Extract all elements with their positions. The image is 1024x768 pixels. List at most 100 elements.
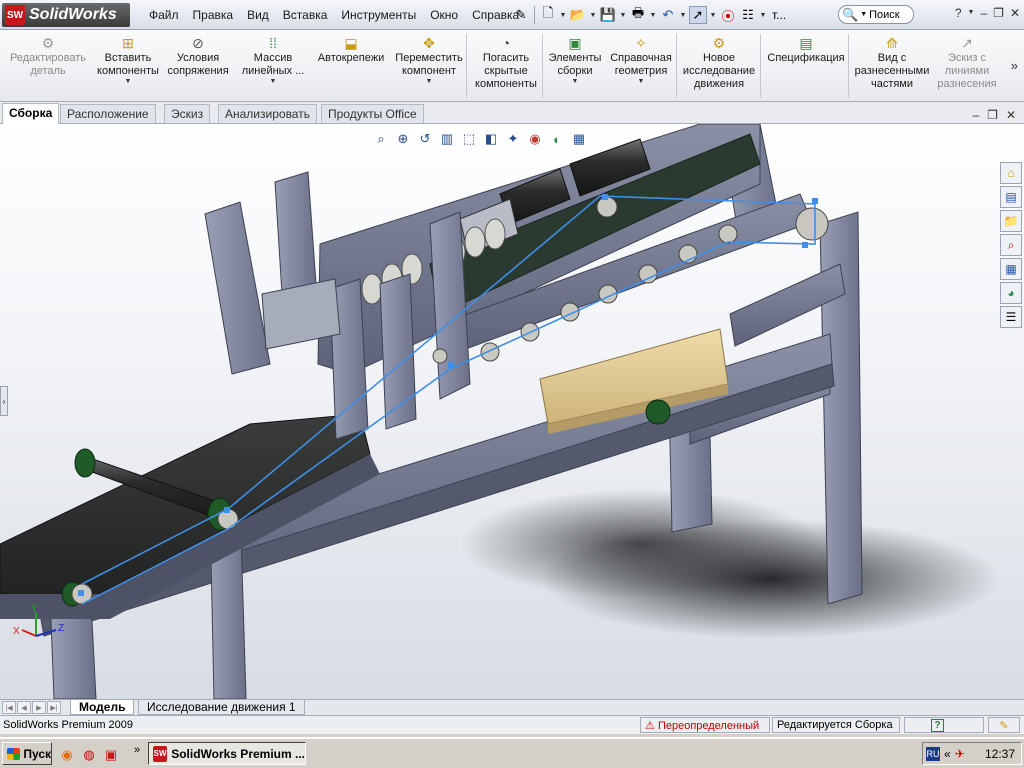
- command-button-1[interactable]: ⊞ Вставить компоненты ▼: [96, 34, 160, 86]
- command-dropdown-arrow[interactable]: ▼: [546, 78, 604, 86]
- menu-item-2[interactable]: Вид: [240, 8, 276, 22]
- apply-scene-icon[interactable]: ◐: [548, 130, 566, 148]
- menu-item-1[interactable]: Правка: [186, 8, 241, 22]
- command-button-6[interactable]: ◔ Погасить скрытые компоненты: [470, 34, 542, 91]
- feature-manager-expander-icon[interactable]: ›: [0, 386, 8, 416]
- select-arrow-icon[interactable]: ➚: [689, 6, 707, 24]
- hide-show-items-icon[interactable]: ✦: [504, 130, 522, 148]
- doc-close-icon[interactable]: ✕: [1006, 108, 1016, 122]
- start-button[interactable]: Пуск: [2, 742, 52, 765]
- command-dropdown-arrow[interactable]: ▼: [392, 78, 466, 86]
- file-explorer-icon[interactable]: 📁: [1000, 210, 1022, 232]
- prev-tab-arrow-icon[interactable]: ◀: [17, 701, 31, 714]
- command-button-2[interactable]: ⊘ Условия сопряжения: [166, 34, 230, 78]
- view-palette-icon[interactable]: ▦: [1000, 258, 1022, 280]
- doc-minimize-icon[interactable]: –: [972, 108, 979, 122]
- tab-0[interactable]: Сборка: [2, 103, 60, 124]
- new-dropdown-arrow[interactable]: ▼: [559, 12, 567, 19]
- open-dropdown-arrow[interactable]: ▼: [589, 12, 597, 19]
- help-icon[interactable]: ?: [955, 6, 962, 20]
- print-dropdown-arrow[interactable]: ▼: [649, 12, 657, 19]
- new-document-icon[interactable]: 🗋: [539, 5, 557, 24]
- graphics-area[interactable]: ⌕ ⊕ ↺ ▥ ⬚ ◧ ✦ ◉ ◐ ▦ › ⌂ ▤ 📁 ⌕ ▦ ◕ ☰ Y X …: [0, 124, 1024, 699]
- close-icon[interactable]: ✕: [1010, 6, 1020, 20]
- pin-icon[interactable]: ✎: [512, 6, 530, 24]
- conveyor-assembly-model[interactable]: Y X Z: [0, 124, 1024, 699]
- rebuild-traffic-light-icon[interactable]: ⦿: [719, 6, 737, 24]
- status-help[interactable]: ?: [904, 717, 984, 733]
- solidworks-launch-icon[interactable]: ▣: [102, 746, 120, 764]
- custom-properties-icon[interactable]: ☰: [1000, 306, 1022, 328]
- language-indicator[interactable]: RU: [926, 746, 940, 761]
- undo-dropdown-arrow[interactable]: ▼: [679, 12, 687, 19]
- status-tag-icon[interactable]: ✎: [988, 717, 1020, 733]
- view-orientation-icon[interactable]: ⬚: [460, 130, 478, 148]
- tab-2[interactable]: Эскиз: [164, 104, 211, 123]
- more-commands-chevron-icon[interactable]: »: [1011, 58, 1018, 73]
- tab-motion-study[interactable]: Исследование движения 1: [138, 700, 305, 715]
- command-button-9[interactable]: ⚙ Новое исследование движения: [680, 34, 758, 91]
- heads-up-view-toolbar: ⌕ ⊕ ↺ ▥ ⬚ ◧ ✦ ◉ ◐ ▦: [372, 130, 588, 148]
- solidworks-resources-icon[interactable]: ⌂: [1000, 162, 1022, 184]
- print-icon[interactable]: 🖶: [629, 5, 647, 24]
- zoom-to-fit-icon[interactable]: ⌕: [372, 130, 390, 148]
- restore-icon[interactable]: ❐: [993, 6, 1004, 20]
- search-results-icon[interactable]: ⌕: [1000, 234, 1022, 256]
- command-dropdown-arrow[interactable]: ▼: [236, 78, 310, 86]
- display-style-icon[interactable]: ◧: [482, 130, 500, 148]
- taskbar-solidworks-button[interactable]: SW SolidWorks Premium ...: [148, 742, 306, 765]
- appearances-scenes-icon[interactable]: ◕: [1000, 282, 1022, 304]
- tab-1[interactable]: Расположение: [60, 104, 156, 123]
- tab-4[interactable]: Продукты Office: [321, 104, 424, 123]
- command-button-8[interactable]: ✧ Справочная геометрия ▼: [606, 34, 676, 86]
- save-dropdown-arrow[interactable]: ▼: [619, 12, 627, 19]
- opera-icon[interactable]: ◍: [80, 746, 98, 764]
- command-button-7[interactable]: ▣ Элементы сборки ▼: [546, 34, 604, 86]
- next-tab-arrow-icon[interactable]: ▶: [32, 701, 46, 714]
- first-tab-arrow-icon[interactable]: |◀: [2, 701, 16, 714]
- undo-icon[interactable]: ↶: [659, 6, 677, 24]
- command-dropdown-arrow[interactable]: ▼: [606, 78, 676, 86]
- firefox-icon[interactable]: ◉: [58, 746, 76, 764]
- command-button-12[interactable]: ↗ Эскиз с линиями разнесения: [934, 34, 1000, 91]
- status-overdefined[interactable]: ⚠ Переопределенный: [640, 717, 770, 733]
- command-button-3[interactable]: ⁞⁞ Массив линейных ... ▼: [236, 34, 310, 86]
- save-icon[interactable]: 💾: [599, 6, 617, 24]
- assembly-features-icon: ▣: [568, 35, 582, 51]
- command-button-4[interactable]: ⬓ Автокрепежи: [314, 34, 388, 65]
- tab-model[interactable]: Модель: [70, 700, 135, 715]
- move-component-icon: ✥: [423, 35, 435, 51]
- command-button-11[interactable]: ⟰ Вид с разнесенными частями: [852, 34, 932, 91]
- tray-expand-icon[interactable]: «: [944, 747, 951, 761]
- help-dropdown-arrow[interactable]: ▼: [968, 9, 975, 20]
- command-button-10[interactable]: ▤ Спецификация: [764, 34, 848, 65]
- previous-view-icon[interactable]: ↺: [416, 130, 434, 148]
- truncated-toolbar-label[interactable]: т...: [772, 8, 786, 22]
- open-folder-icon[interactable]: 📂: [569, 6, 587, 24]
- menu-item-5[interactable]: Окно: [423, 8, 465, 22]
- quick-launch-more[interactable]: »: [134, 744, 140, 756]
- search-dropdown-arrow[interactable]: ▼: [860, 11, 867, 18]
- edit-appearance-icon[interactable]: ◉: [526, 130, 544, 148]
- command-dropdown-arrow[interactable]: ▼: [96, 78, 160, 86]
- select-dropdown-arrow[interactable]: ▼: [709, 12, 717, 19]
- tab-3[interactable]: Анализировать: [218, 104, 317, 123]
- zoom-to-area-icon[interactable]: ⊕: [394, 130, 412, 148]
- section-view-icon[interactable]: ▥: [438, 130, 456, 148]
- menu-item-4[interactable]: Инструменты: [334, 8, 423, 22]
- options-dropdown-arrow[interactable]: ▼: [759, 12, 767, 19]
- search-field[interactable]: 🔍 ▼ Поиск: [838, 5, 914, 24]
- menu-item-3[interactable]: Вставка: [276, 8, 335, 22]
- options-list-icon[interactable]: ☷: [739, 6, 757, 24]
- menu-item-0[interactable]: Файл: [142, 8, 186, 22]
- minimize-icon[interactable]: –: [980, 6, 987, 20]
- network-tray-icon[interactable]: ✈: [955, 747, 965, 761]
- solidworks-logo[interactable]: SW SolidWorks: [2, 3, 130, 27]
- quick-tips-icon[interactable]: ?: [931, 719, 944, 732]
- view-settings-icon[interactable]: ▦: [570, 130, 588, 148]
- last-tab-arrow-icon[interactable]: ▶|: [47, 701, 61, 714]
- command-button-5[interactable]: ✥ Переместить компонент ▼: [392, 34, 466, 86]
- design-library-icon[interactable]: ▤: [1000, 186, 1022, 208]
- command-button-0[interactable]: ⚙ Редактировать деталь: [4, 34, 92, 78]
- doc-restore-icon[interactable]: ❐: [987, 108, 998, 122]
